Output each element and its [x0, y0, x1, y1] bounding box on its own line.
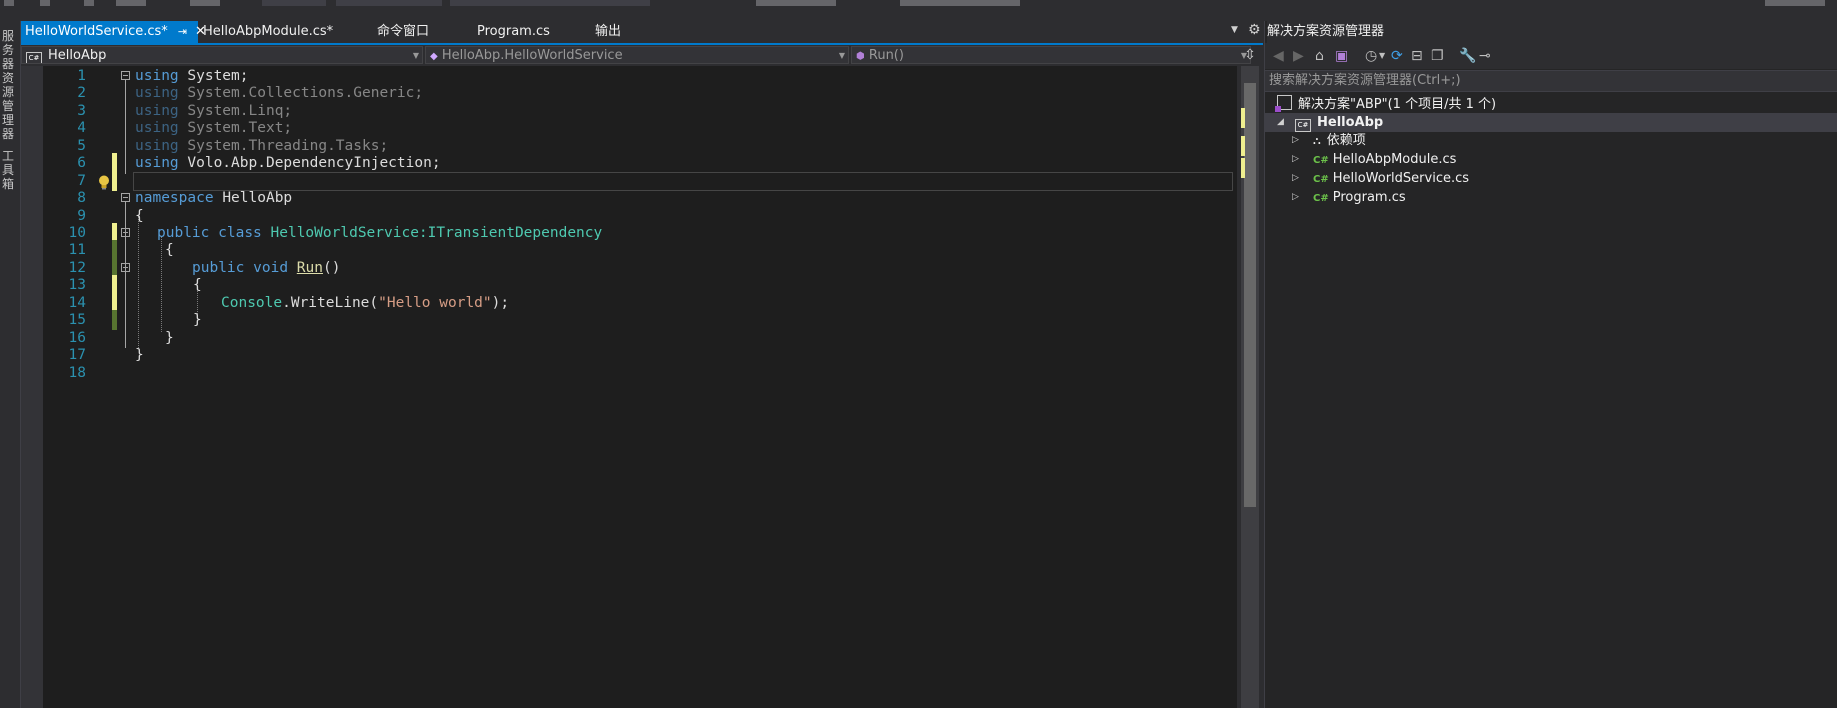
tab-helloworldservice[interactable]: HelloWorldService.cs* ⇥ ✕ — [21, 21, 206, 43]
save-icons[interactable] — [116, 0, 146, 6]
back-icon[interactable] — [4, 0, 14, 6]
main-toolbar — [0, 0, 1837, 21]
class-dropdown[interactable]: ◆ HelloAbp.HelloWorldService ▼ — [425, 46, 849, 64]
document-tab-bar: HelloWorldService.cs* ⇥ ✕ HelloAbpModule.c… — [21, 21, 1263, 45]
split-window-icon[interactable]: ⇳ — [1241, 46, 1259, 64]
config-combo[interactable] — [262, 0, 326, 6]
solution-search-input[interactable]: 搜索解决方案资源管理器(Ctrl+;) — [1265, 70, 1837, 92]
tree-item-helloworldservice[interactable]: ▷ C# HelloWorldService.cs — [1265, 169, 1837, 188]
collapse-icon[interactable] — [121, 263, 130, 272]
editor-vertical-scrollbar[interactable] — [1241, 66, 1259, 708]
back-icon[interactable]: ◀ — [1273, 48, 1284, 64]
method-icon: ⬢ — [856, 51, 865, 62]
tab-program[interactable]: Program.cs — [473, 21, 550, 43]
gear-icon[interactable]: ⚙ — [1248, 22, 1261, 38]
chevron-down-icon: ▼ — [412, 51, 419, 60]
collapsed-arrow-icon[interactable]: ▷ — [1292, 188, 1299, 207]
expanded-arrow-icon[interactable]: ◢ — [1277, 113, 1284, 132]
collapse-icon[interactable] — [121, 228, 130, 237]
code-editor[interactable]: 1 using System; 2 using System.Collectio… — [21, 66, 1237, 708]
code-line: 18 — [68, 365, 86, 381]
project-node[interactable]: ◢ C# HelloAbp — [1265, 113, 1837, 132]
change-marker — [112, 153, 117, 173]
switch-views-icon[interactable]: ▣ — [1335, 48, 1348, 64]
code-line: 11 { — [68, 240, 174, 260]
collapsed-arrow-icon[interactable]: ▷ — [1292, 169, 1299, 188]
collapse-icon[interactable] — [121, 193, 130, 202]
pin-icon[interactable]: ⇥ — [178, 25, 187, 38]
scroll-change-marker — [1241, 136, 1245, 156]
collapse-icon[interactable] — [121, 71, 130, 80]
dependencies-icon: ⛬ — [1313, 134, 1321, 147]
preview-icon[interactable]: ⊸ — [1479, 48, 1491, 64]
history-icon[interactable]: ◷ — [1365, 48, 1377, 64]
collapsed-arrow-icon[interactable]: ▷ — [1292, 150, 1299, 169]
csharp-project-icon: C# — [26, 52, 42, 63]
scrollbar-thumb[interactable] — [1244, 83, 1256, 507]
change-marker — [112, 310, 117, 330]
tab-command-window[interactable]: 命令窗口 — [373, 21, 429, 43]
forward-icon[interactable] — [40, 0, 50, 6]
properties-wrench-icon[interactable]: 🔧 — [1459, 48, 1476, 64]
code-line: 6 using Volo.Abp.DependencyInjection; — [77, 153, 441, 173]
home-icon[interactable]: ⌂ — [1315, 48, 1324, 64]
member-dropdown[interactable]: ⬢ Run() ▼ — [851, 46, 1251, 64]
chevron-down-icon[interactable]: ▼ — [1379, 48, 1385, 64]
show-all-files-icon[interactable]: ❐ — [1431, 48, 1444, 64]
sync-icon[interactable]: ⟳ — [1391, 48, 1403, 64]
tree-item-dependencies[interactable]: ▷ ⛬ 依赖项 — [1265, 131, 1837, 150]
code-line: 15 } — [68, 310, 202, 330]
solution-icon — [1275, 95, 1292, 112]
tab-list-dropdown-icon[interactable]: ▼ — [1231, 25, 1238, 35]
code-line: 4 using System.Text; — [77, 120, 293, 136]
code-line: 2 using System.Collections.Generic; — [77, 85, 424, 101]
undo-redo-icons[interactable] — [190, 0, 220, 6]
solution-node[interactable]: 解决方案"ABP"(1 个项目/共 1 个) — [1275, 95, 1496, 114]
collapse-all-icon[interactable]: ⊟ — [1411, 48, 1423, 64]
solution-explorer-title: 解决方案资源管理器 — [1267, 21, 1837, 43]
solution-explorer-toolbar: ◀ ▶ ⌂ ▣ ◷ ▼ ⟳ ⊟ ❐ 🔧 ⊸ — [1265, 43, 1837, 69]
scroll-change-marker — [1241, 158, 1245, 178]
csharp-file-icon: C# — [1313, 174, 1329, 185]
solution-explorer-panel: 解决方案资源管理器 ◀ ▶ ⌂ ▣ ◷ ▼ ⟳ ⊟ ❐ 🔧 ⊸ 搜索解决方案资源… — [1264, 21, 1837, 708]
tree-item-program[interactable]: ▷ C# Program.cs — [1265, 188, 1837, 207]
csharp-file-icon: C# — [1313, 193, 1329, 204]
csharp-file-icon: C# — [1313, 155, 1329, 166]
collapsed-arrow-icon[interactable]: ▷ — [1292, 131, 1299, 150]
forward-icon[interactable]: ▶ — [1293, 48, 1304, 64]
server-explorer-tab[interactable]: 服务器资源管理器 — [2, 29, 16, 141]
toolbar-icons[interactable] — [756, 0, 836, 6]
change-marker — [112, 240, 117, 260]
scroll-change-marker — [1241, 108, 1245, 128]
chevron-down-icon: ▼ — [838, 51, 845, 60]
navigation-bar: C# HelloAbp ▼ ◆ HelloAbp.HelloWorldService… — [21, 45, 1251, 65]
new-item-icon[interactable] — [84, 0, 94, 6]
toolbox-tab[interactable]: 工具箱 — [2, 149, 16, 191]
live-share-icon[interactable] — [1765, 0, 1825, 6]
code-line: 13 { — [68, 275, 202, 295]
tab-output[interactable]: 输出 — [591, 21, 621, 43]
code-line: 8 namespace HelloAbp — [77, 190, 293, 206]
startup-combo[interactable] — [450, 0, 650, 6]
left-tool-strip: 服务器资源管理器 工具箱 — [0, 21, 21, 708]
platform-combo[interactable] — [336, 0, 442, 6]
tab-helloabpmodule[interactable]: HelloAbpModule.cs* — [199, 21, 333, 43]
class-icon: ◆ — [430, 51, 438, 62]
project-dropdown[interactable]: C# HelloAbp ▼ — [21, 46, 423, 64]
change-marker — [112, 275, 117, 295]
toolbar-icons-2[interactable] — [900, 0, 1020, 6]
tab-label: HelloWorldService.cs* — [25, 24, 168, 39]
tree-item-helloabpmodule[interactable]: ▷ C# HelloAbpModule.cs — [1265, 150, 1837, 169]
code-line: 17 } — [68, 347, 144, 363]
